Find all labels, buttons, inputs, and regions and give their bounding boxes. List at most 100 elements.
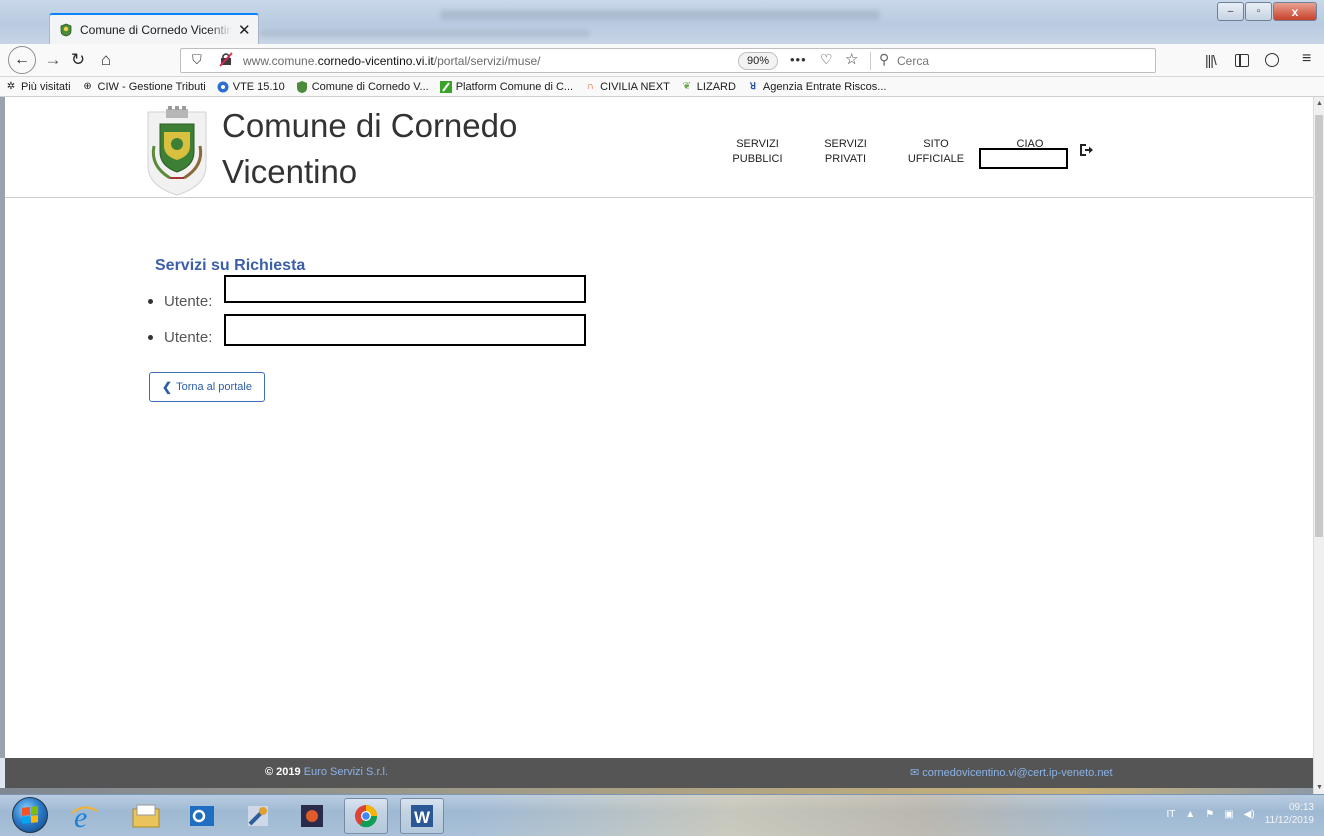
- bookmark-lizard[interactable]: ❦ LIZARD: [681, 81, 736, 93]
- window-controls: – ▫ x: [1217, 2, 1317, 21]
- page-actions-more-icon[interactable]: •••: [790, 52, 807, 67]
- nav-label: SITO: [923, 138, 949, 150]
- bookmark-platform[interactable]: Platform Comune di C...: [439, 80, 574, 93]
- library-icon[interactable]: |||\: [1205, 52, 1217, 68]
- globe-icon: ⊕: [83, 81, 92, 92]
- url-text[interactable]: www.comune.cornedo-vicentino.vi.it/porta…: [243, 54, 540, 68]
- crest-favicon-icon: [60, 23, 72, 36]
- tracking-shield-icon[interactable]: ⛉: [192, 52, 202, 68]
- back-to-portal-button[interactable]: ❮ Torna al portale: [149, 372, 265, 402]
- bookmark-label: Platform Comune di C...: [455, 80, 574, 93]
- list-item: Utente:: [148, 319, 212, 355]
- zoom-level-badge[interactable]: 90%: [738, 52, 779, 70]
- bookmark-label: Agenzia Entrate Riscos...: [762, 80, 887, 93]
- start-button[interactable]: [12, 797, 48, 833]
- url-bar[interactable]: ⛉ www.comune.cornedo-vicentino.vi.it/por…: [180, 48, 1156, 73]
- outlook-icon[interactable]: [180, 798, 224, 834]
- sidebar-icon[interactable]: [1235, 54, 1249, 67]
- ade-icon: ꓤ: [749, 81, 757, 91]
- user-label: Utente:: [164, 292, 213, 310]
- company-link[interactable]: Euro Servizi S.r.l.: [304, 766, 388, 778]
- insecure-lock-icon[interactable]: [218, 51, 234, 67]
- clock-time: 09:13: [1288, 802, 1314, 813]
- back-button-label: Torna al portale: [176, 381, 252, 393]
- crest-icon: [296, 80, 308, 93]
- clock[interactable]: 09:13 11/12/2019: [1265, 801, 1314, 827]
- nav-servizi-privati[interactable]: SERVIZI PRIVATI: [818, 137, 873, 167]
- nav-servizi-pubblici[interactable]: SERVIZI PUBBLICI: [730, 137, 785, 167]
- svg-text:e: e: [74, 801, 87, 831]
- language-indicator[interactable]: IT: [1166, 809, 1175, 820]
- section-title: Servizi su Richiesta: [155, 257, 306, 274]
- platform-icon: [439, 80, 452, 93]
- logout-icon[interactable]: [1078, 142, 1094, 158]
- nav-sito-ufficiale[interactable]: SITO UFFICIALE: [904, 137, 968, 167]
- scrollbar-thumb[interactable]: [1315, 115, 1323, 537]
- redacted-user-box: [224, 314, 586, 346]
- email-text: cornedovicentino.vi@cert.ip-veneto.net: [922, 767, 1113, 779]
- browser-tab-active[interactable]: Comune di Cornedo Vicentino ✕: [49, 13, 259, 44]
- redacted-user-box: [224, 275, 586, 303]
- firefox-icon[interactable]: [344, 798, 388, 834]
- tray-expand-icon[interactable]: ▲: [1185, 809, 1195, 820]
- bookmark-label: Comune di Cornedo V...: [311, 80, 429, 93]
- minimize-button[interactable]: –: [1217, 2, 1244, 21]
- file-explorer-icon[interactable]: [124, 798, 168, 834]
- list-item: Utente:: [148, 283, 212, 319]
- tools-icon[interactable]: [236, 798, 280, 834]
- hamburger-menu-icon[interactable]: ≡: [1302, 50, 1311, 68]
- tab-close-icon[interactable]: ✕: [238, 21, 251, 39]
- network-icon[interactable]: ▣: [1224, 809, 1233, 820]
- app-icon-dark[interactable]: [290, 798, 334, 834]
- volume-icon[interactable]: ◀): [1244, 809, 1255, 820]
- bookmark-vte[interactable]: VTE 15.10: [217, 81, 285, 93]
- search-icon: ⚲: [879, 51, 890, 67]
- bookmark-ciw[interactable]: ⊕ CIW - Gestione Tributi: [82, 81, 205, 93]
- url-path: /portal/servizi/muse/: [433, 54, 541, 68]
- nav-label: SERVIZI: [736, 138, 779, 150]
- bookmark-star-icon[interactable]: ☆: [845, 50, 858, 68]
- account-icon[interactable]: [1265, 53, 1279, 67]
- scroll-up-icon[interactable]: ▲: [1316, 100, 1323, 107]
- browser-toolbar: ← → ↻ ⌂ ⛉ www.comune.cornedo-vicentino.v…: [0, 44, 1324, 77]
- site-title-line1: Comune di Cornedo: [222, 107, 518, 144]
- footer-copyright: © 2019 Euro Servizi S.r.l.: [265, 766, 388, 778]
- site-title-line2: Vicentino: [222, 153, 358, 190]
- home-icon[interactable]: ⌂: [94, 48, 118, 72]
- bookmark-civilia[interactable]: ∩ CIVILIA NEXT: [584, 80, 670, 93]
- word-icon[interactable]: W: [400, 798, 444, 834]
- site-title[interactable]: Comune di Cornedo Vicentino: [222, 103, 517, 195]
- back-arrow-icon[interactable]: ←: [8, 46, 36, 74]
- bookmark-label: CIVILIA NEXT: [600, 80, 670, 93]
- forward-arrow-icon[interactable]: →: [41, 48, 65, 72]
- nav-label: UFFICIALE: [907, 153, 965, 165]
- window-titlebar: Comune di Cornedo Vicentino ✕ – ▫ x: [0, 0, 1324, 44]
- tab-title: Comune di Cornedo Vicentino: [80, 22, 232, 37]
- vertical-scrollbar[interactable]: ▲ ▼: [1313, 97, 1324, 794]
- bookmark-label: VTE 15.10: [232, 80, 285, 93]
- clock-date: 11/12/2019: [1264, 815, 1314, 826]
- action-center-flag-icon[interactable]: ⚑: [1205, 809, 1214, 820]
- windows-taskbar: e W IT ▲ ⚑ ▣ ◀) 09:13 11/12/2019: [0, 794, 1324, 836]
- bookmark-comune[interactable]: Comune di Cornedo V...: [296, 80, 429, 93]
- system-tray: IT ▲ ⚑ ▣ ◀) 09:13 11/12/2019: [1166, 801, 1314, 827]
- bookmark-label: Più visitati: [21, 80, 71, 93]
- close-window-button[interactable]: x: [1273, 2, 1317, 21]
- url-separator: [870, 52, 871, 70]
- svg-text:W: W: [414, 808, 431, 827]
- bullet: [148, 334, 153, 340]
- url-prefix: www.comune.: [243, 54, 318, 68]
- pocket-icon[interactable]: ♡: [820, 51, 833, 68]
- maximize-button[interactable]: ▫: [1245, 2, 1272, 21]
- bookmark-piu-visitati[interactable]: ✲ Più visitati: [5, 81, 71, 93]
- scroll-down-icon[interactable]: ▼: [1316, 784, 1323, 791]
- bookmark-agenzia[interactable]: ꓤ Agenzia Entrate Riscos...: [747, 81, 887, 93]
- footer-email-link[interactable]: ✉ cornedovicentino.vi@cert.ip-veneto.net: [910, 766, 1113, 779]
- site-footer: © 2019 Euro Servizi S.r.l. ✉ cornedovice…: [5, 758, 1313, 788]
- civilia-icon: ∩: [586, 81, 594, 92]
- url-domain: cornedo-vicentino.vi.it: [317, 54, 434, 68]
- bookmarks-bar: ✲ Più visitati ⊕ CIW - Gestione Tributi VT…: [0, 77, 1324, 97]
- reload-icon[interactable]: ↻: [66, 48, 90, 72]
- internet-explorer-icon[interactable]: e: [62, 798, 106, 834]
- search-input[interactable]: Cerca: [897, 54, 929, 68]
